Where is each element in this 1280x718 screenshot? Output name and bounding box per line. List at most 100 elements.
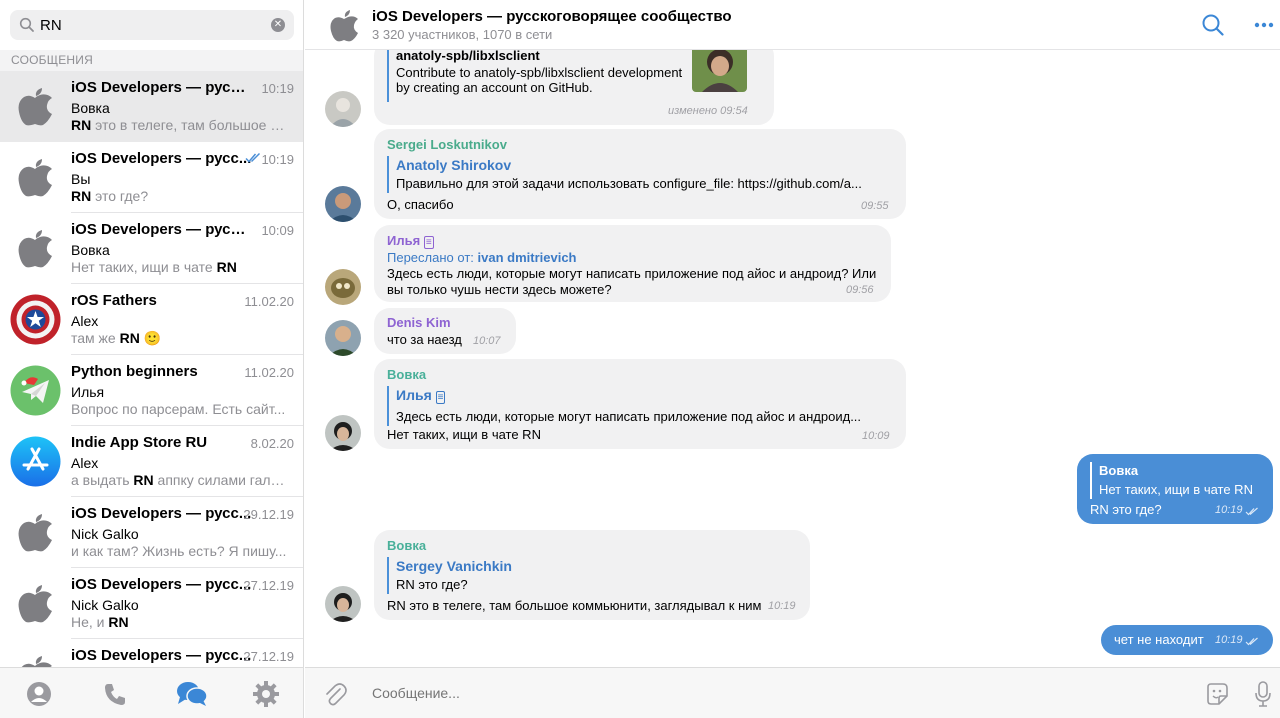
chat-sender: Вовка (71, 100, 110, 116)
reply-author: Вовка (1099, 463, 1139, 478)
link-thumbnail (692, 50, 747, 92)
avatar[interactable] (325, 320, 361, 356)
chat-time: 10:19 (261, 152, 294, 167)
avatar[interactable] (325, 91, 361, 127)
message-text: вы только чушь нести здесь можете? (387, 282, 612, 297)
read-check-icon (1245, 637, 1258, 646)
message-input[interactable] (372, 682, 1192, 704)
message-text: что за наезд (387, 332, 462, 347)
clear-search-icon[interactable]: ✕ (271, 18, 285, 32)
chat-list-item[interactable]: iOS Developers — русск... 10:09 Вовка Нет т… (0, 213, 303, 284)
chat-title[interactable]: iOS Developers — русскоговорящее сообщес… (372, 8, 732, 25)
app-store-icon (10, 436, 61, 487)
chat-list-item[interactable]: Python beginners 11.02.20 Илья Вопрос по па… (0, 355, 303, 426)
message-time: 10:19 (1215, 504, 1243, 516)
chat-sender: Вы (71, 171, 91, 187)
link-description: by creating an account on GitHub. (396, 80, 593, 95)
chat-title: iOS Developers — русс... (71, 647, 252, 664)
message-bubble[interactable]: Sergei Loskutnikov Anatoly Shirokov Прав… (374, 129, 906, 219)
chat-title: iOS Developers — русс... (71, 576, 252, 593)
section-label: СООБЩЕНИЯ (0, 50, 303, 71)
admin-badge-icon: ≡ (423, 236, 434, 249)
reply-quote[interactable]: Sergey Vanichkin RN это где? (387, 557, 787, 594)
outgoing-message-bubble[interactable]: Вовка Нет таких, ищи в чате RN RN это гд… (1077, 454, 1273, 524)
settings-icon[interactable] (252, 680, 280, 708)
reply-quote[interactable]: Anatoly Shirokov Правильно для этой зада… (387, 156, 892, 193)
sender-name[interactable]: Вовка (387, 367, 426, 382)
chat-preview: Нет таких, ищи в чате RN (71, 259, 237, 275)
message-bubble[interactable]: Вовка Sergey Vanichkin RN это где? RN эт… (374, 530, 810, 620)
message-text: Здесь есть люди, которые могут написать … (387, 266, 877, 281)
message-time: 09:56 (846, 284, 874, 296)
composer (305, 667, 1280, 718)
chat-sender: Alex (71, 313, 99, 329)
sender-name[interactable]: Denis Kim (387, 315, 451, 330)
apple-icon (10, 152, 61, 203)
search-bar[interactable]: ✕ (10, 10, 294, 40)
message-text: RN это в телеге, там большое коммьюнити,… (387, 598, 762, 613)
apple-icon (10, 507, 61, 558)
chat-time: 10:09 (261, 223, 294, 238)
link-title[interactable]: anatoly-spb/libxlsclient (396, 50, 540, 63)
more-icon[interactable] (1254, 22, 1274, 28)
chat-sender: Alex (71, 455, 99, 471)
chat-title: iOS Developers — русс... (71, 150, 252, 167)
message-time: 09:55 (861, 200, 889, 212)
paperclip-icon[interactable] (323, 681, 347, 707)
read-check-icon (1245, 507, 1258, 516)
chats-icon[interactable] (176, 680, 208, 708)
message-bubble[interactable]: Denis Kim что за наезд 10:07 (374, 308, 516, 354)
chat-title: iOS Developers — русс... (71, 505, 252, 522)
search-icon[interactable] (1202, 14, 1224, 36)
message-text: чет не находит (1114, 632, 1204, 647)
reply-author: Anatoly Shirokov (396, 157, 512, 173)
message-bubble[interactable]: Вовка Илья ≡ Здесь есть люди, которые мо… (374, 359, 906, 449)
avatar[interactable] (325, 415, 361, 451)
avatar[interactable] (325, 186, 361, 222)
apple-icon (10, 223, 61, 274)
chat-sender: Nick Galko (71, 526, 139, 542)
edited-label: изменено 09:54 (668, 105, 748, 117)
chat-list-item[interactable]: iOS Developers — русск... 10:19 Вовка RN эт… (0, 71, 303, 142)
outgoing-message-bubble[interactable]: чет не находит 10:19 (1101, 625, 1273, 655)
message-bubble[interactable]: anatoly-spb/libxlsclient Contribute to a… (374, 50, 774, 125)
chat-preview: Вопрос по парсерам. Есть сайт... (71, 401, 286, 417)
chat-title: rOS Fathers (71, 292, 157, 309)
chat-time: 8.02.20 (250, 436, 294, 451)
chat-list-item[interactable]: iOS Developers — русс... 29.12.19 Nick Gal… (0, 497, 303, 568)
reply-quote[interactable]: Вовка Нет таких, ищи в чате RN (1090, 462, 1265, 499)
chat-preview: RN это где? (71, 188, 149, 204)
chat-list-item[interactable]: iOS Developers — русс... 27.12.19 (0, 639, 303, 667)
chat-preview: RN это в телеге, там большое к... (71, 117, 287, 133)
chat-list-item[interactable]: iOS Developers — русс... 10:19 Вы RN это гд… (0, 142, 303, 213)
calls-icon[interactable] (101, 680, 129, 708)
chat-title: Indie App Store RU (71, 434, 208, 451)
search-input[interactable] (40, 14, 270, 36)
apple-icon[interactable] (327, 7, 361, 43)
chat-sender: Nick Galko (71, 597, 139, 613)
chat-time: 29.12.19 (243, 507, 294, 522)
sender-name[interactable]: Sergei Loskutnikov (387, 137, 507, 152)
reply-quote[interactable]: Илья ≡ Здесь есть люди, которые могут на… (387, 386, 892, 426)
avatar[interactable] (325, 269, 361, 305)
chat-list: iOS Developers — русск... 10:19 Вовка RN эт… (0, 71, 303, 667)
search-icon (19, 17, 34, 32)
chat-time: 27.12.19 (243, 649, 294, 664)
chat-list-item[interactable]: rOS Fathers 11.02.20 Alex там же RN 🙂 (0, 284, 303, 355)
avatar[interactable] (325, 586, 361, 622)
reply-text: Здесь есть люди, которые могут написать … (396, 409, 862, 424)
contacts-icon[interactable] (25, 680, 53, 708)
chat-sender: Вовка (71, 242, 110, 258)
chat-title: Python beginners (71, 363, 198, 380)
chat-list-item[interactable]: iOS Developers — русс... 27.12.19 Nick Gal… (0, 568, 303, 639)
message-bubble[interactable]: Илья ≡ Переслано от: ivan dmitrievich Зд… (374, 225, 891, 302)
reply-author: Илья ≡ (396, 387, 446, 404)
sender-name[interactable]: Вовка (387, 538, 426, 553)
sticker-icon[interactable] (1204, 681, 1230, 707)
message-text: RN это где? (1090, 502, 1162, 517)
chat-preview: и как там? Жизнь есть? Я пишу... (71, 543, 287, 559)
microphone-icon[interactable] (1255, 680, 1271, 708)
chat-list-item[interactable]: Indie App Store RU 8.02.20 Alex а выдать RN… (0, 426, 303, 497)
message-list: anatoly-spb/libxlsclient Contribute to a… (305, 50, 1280, 667)
sender-name[interactable]: Илья ≡ (387, 233, 434, 249)
